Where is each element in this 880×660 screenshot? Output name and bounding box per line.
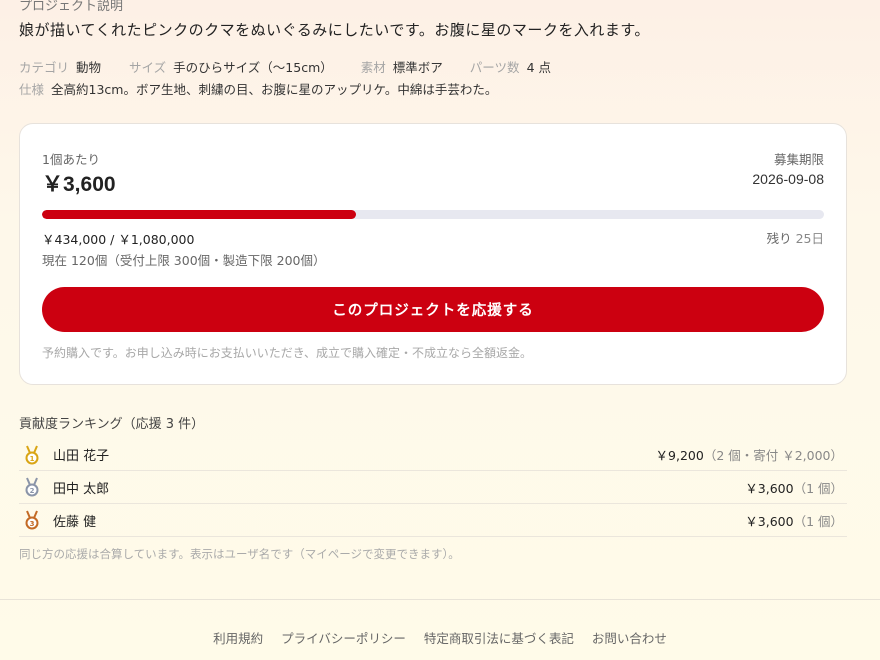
material-key: 素材 [360,60,386,75]
gold-medal-icon: 1 [23,445,41,465]
deadline-label: 募集期限 [773,152,824,167]
project-meta-row: カテゴリ 動物 サイズ 手のひらサイズ（〜15cm） 素材 標準ボア パーツ数 … [19,57,551,76]
parts-value: 4 点 [526,60,551,75]
size-value: 手のひらサイズ（〜15cm） [173,60,333,75]
remaining-label: 残り [766,231,792,246]
supporter-amount: ￥3,600（1 個） [745,478,843,497]
supporter-name: 佐藤 健 [53,514,97,530]
funding-amounts: ￥434,000 / ￥1,080,000 [42,232,195,247]
amount-detail: （1 個） [793,480,843,496]
project-section-label: プロジェクト説明 [19,0,124,14]
silver-medal-icon: 2 [23,477,41,497]
funding-progress-fill [42,210,357,219]
ranking-note: 同じ方の応援は合算しています。表示はユーザ名です（マイページで変更できます）。 [19,547,460,561]
bronze-medal-icon: 3 [23,510,41,530]
material-value: 標準ボア [392,60,443,75]
funding-progress-bar [42,210,824,219]
remaining-days: 残り 25日 [767,228,824,247]
svg-text:1: 1 [30,455,35,463]
spec-key: 仕様 [19,82,45,97]
amount-value: ￥3,600 [745,480,794,496]
footer-link-commerce-law[interactable]: 特定商取引法に基づく表記 [424,628,574,647]
supporter-amount: ￥3,600（1 個） [745,511,843,530]
ranking-list: 1 山田 花子 ￥9,200（2 個・寄付 ￥2,000） 2 田中 太郎 ￥3… [19,439,847,537]
table-row: 3 佐藤 健 ￥3,600（1 個） [19,504,847,537]
project-description: 娘が描いてくれたピンクのクマをぬいぐるみにしたいです。お腹に星のマークを入れます… [19,21,650,39]
footer-links: 利用規約 プライバシーポリシー 特定商取引法に基づく表記 お問い合わせ [0,628,880,647]
ranking-title: 貢献度ランキング（応援 3 件） [19,417,205,432]
per-unit-label: 1個あたり [42,152,100,167]
remaining-value: 25日 [795,231,824,246]
footer-link-terms[interactable]: 利用規約 [213,628,263,647]
svg-text:2: 2 [30,487,35,495]
amount-value: ￥9,200 [655,448,704,463]
parts-key: パーツ数 [469,60,520,75]
amount-value: ￥3,600 [745,513,794,529]
footer-link-privacy[interactable]: プライバシーポリシー [281,628,406,647]
deadline-date: 2026-09-08 [752,171,824,187]
size-key: サイズ [129,60,167,75]
spec-value: 全高約13cm。ボア生地、刺繍の目、お腹に星のアップリケ。中綿は手芸わた。 [51,82,498,97]
supporter-name: 田中 太郎 [53,481,110,497]
current-orders: 現在 120個（受付上限 300個・製造下限 200個） [42,253,326,268]
footer-divider [0,599,880,600]
supporter-name: 山田 花子 [53,449,110,464]
table-row: 1 山田 花子 ￥9,200（2 個・寄付 ￥2,000） [19,439,847,471]
svg-text:3: 3 [30,520,35,528]
category-key: カテゴリ [19,60,70,75]
amount-detail: （1 個） [793,513,843,529]
preorder-note: 予約購入です。お申し込み時にお支払いいただき、成立で購入確定・不成立なら全額返金… [42,346,532,360]
project-spec-row: 仕様 全高約13cm。ボア生地、刺繍の目、お腹に星のアップリケ。中綿は手芸わた。 [19,79,497,98]
supporter-amount: ￥9,200（2 個・寄付 ￥2,000） [656,445,843,464]
category-value: 動物 [76,60,102,75]
table-row: 2 田中 太郎 ￥3,600（1 個） [19,471,847,504]
support-project-button[interactable]: このプロジェクトを応援する [42,287,824,332]
footer-link-contact[interactable]: お問い合わせ [592,628,667,647]
amount-detail: （2 個・寄付 ￥2,000） [703,448,843,463]
funding-card: 1個あたり ￥3,600 募集期限 2026-09-08 ￥434,000 / … [19,123,847,385]
unit-price: ￥3,600 [42,173,116,196]
